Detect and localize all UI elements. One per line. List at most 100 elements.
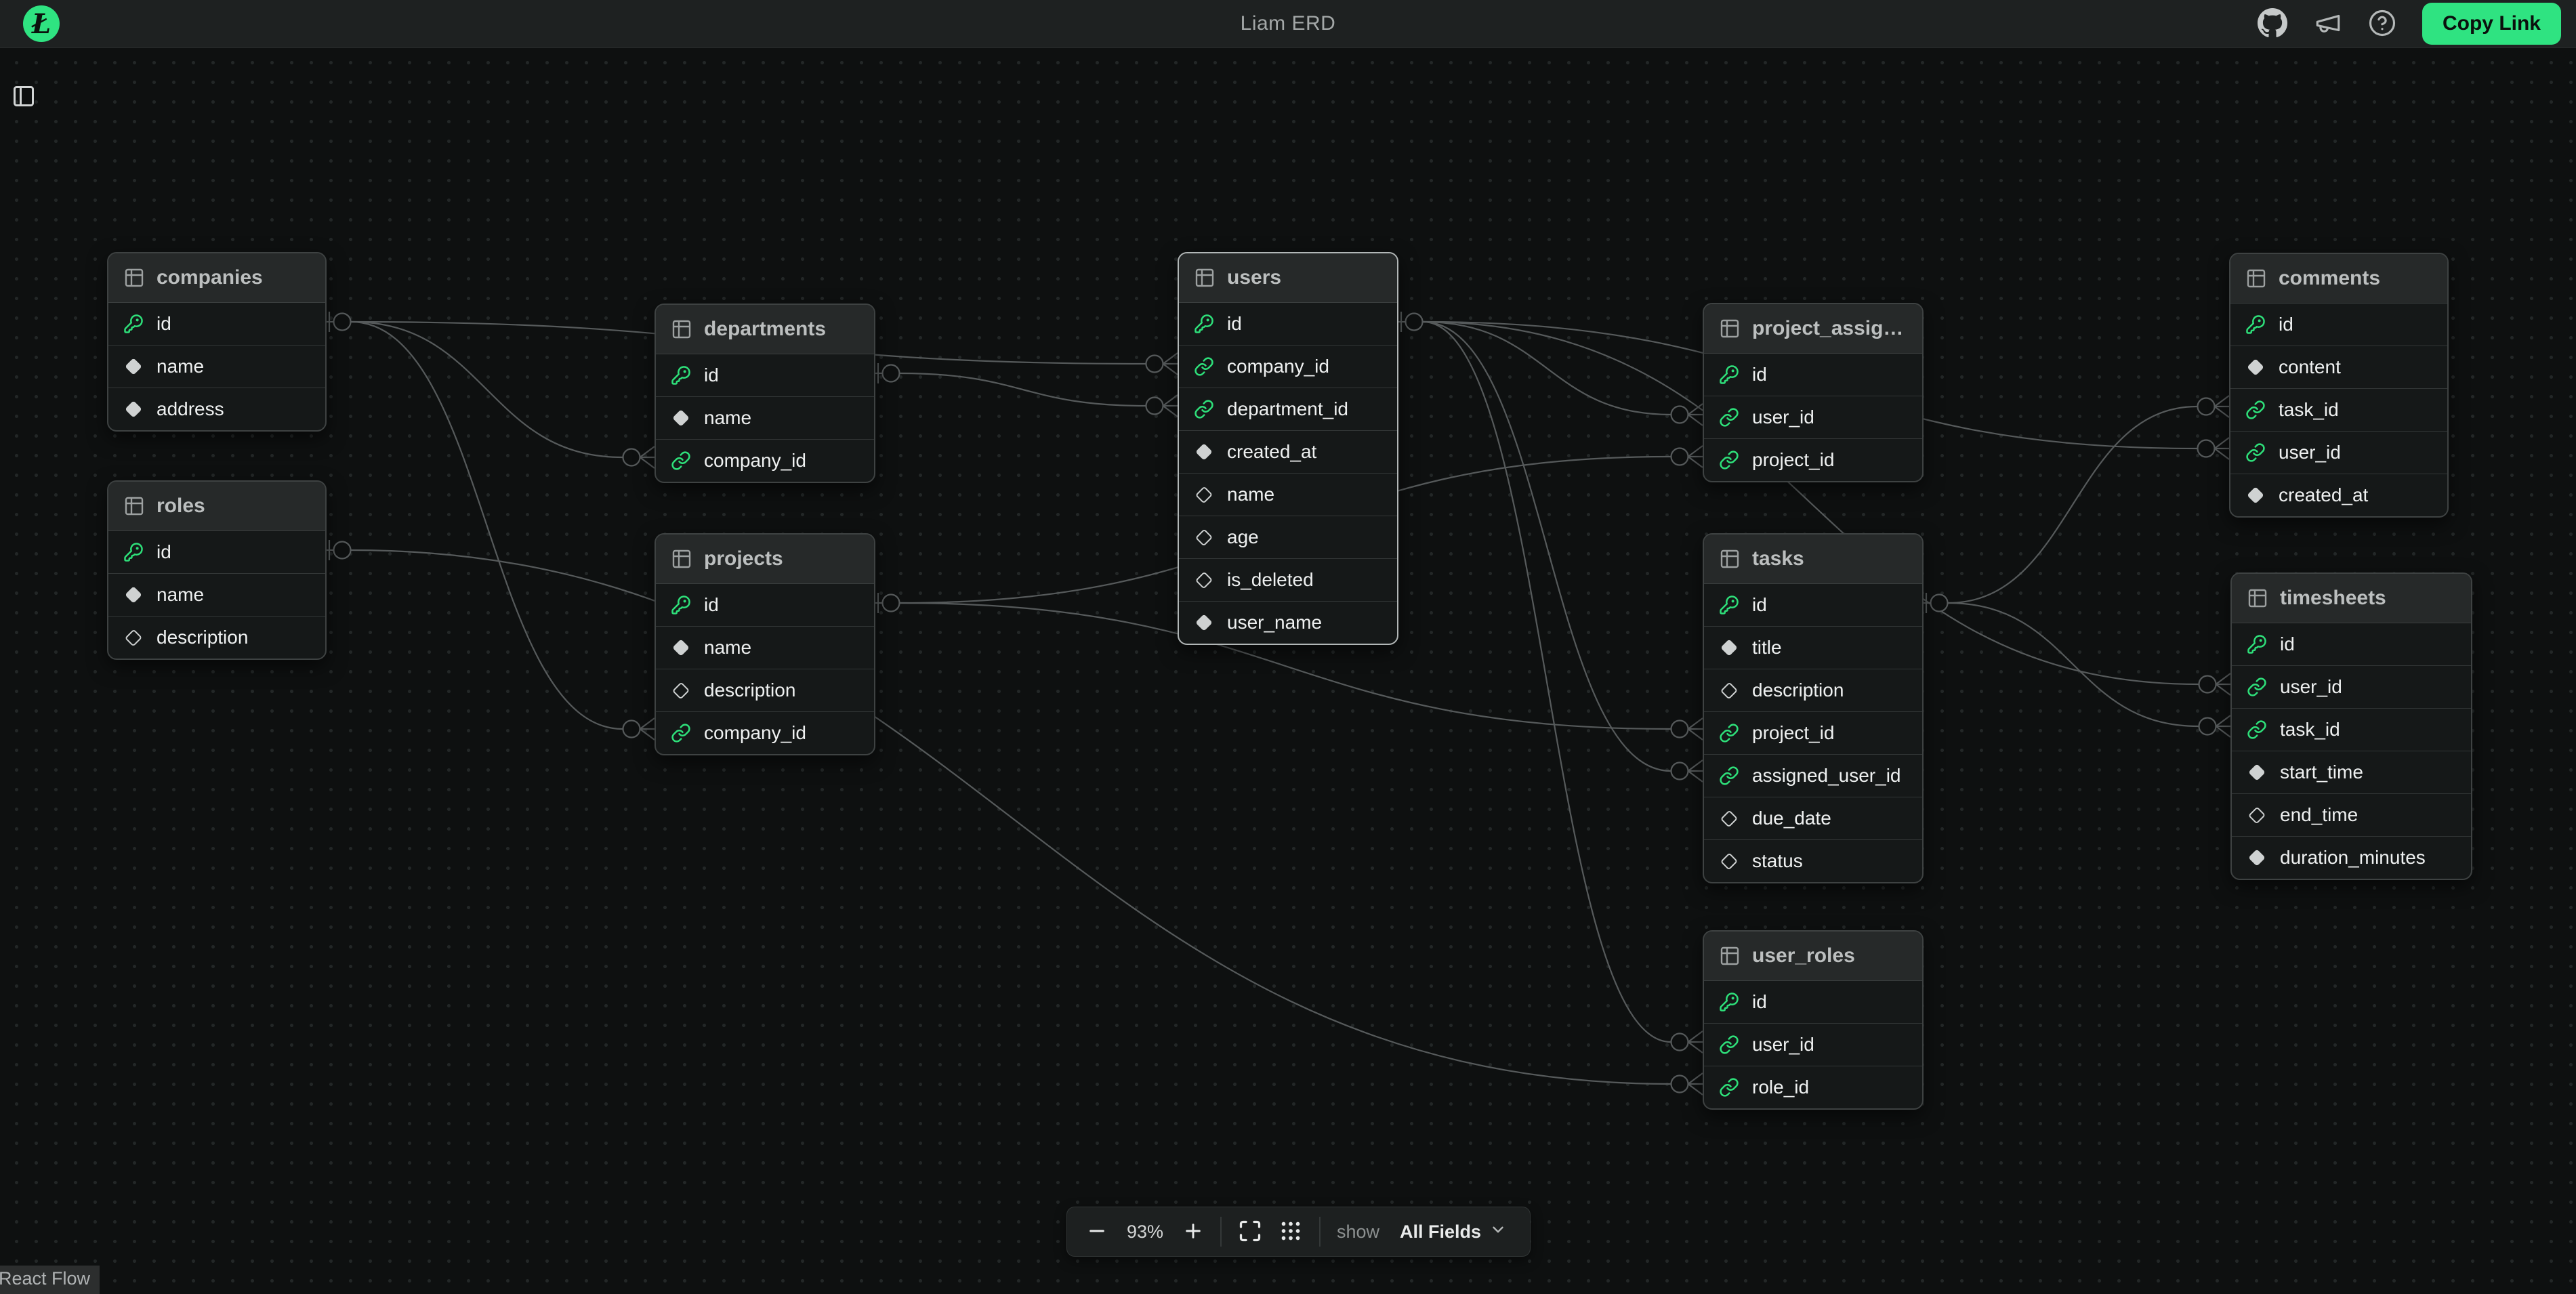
table-timesheets[interactable]: timesheetsiduser_idtask_idstart_timeend_… — [2230, 572, 2472, 880]
react-flow-attribution[interactable]: React Flow — [0, 1266, 100, 1294]
edge-companies.id-to-projects.company_id — [351, 322, 623, 729]
column-row-departments-id[interactable]: id — [656, 354, 874, 396]
foreign-key-link-icon — [1719, 1035, 1739, 1055]
fields-filter-dropdown[interactable]: All Fields — [1396, 1220, 1511, 1244]
table-users[interactable]: usersidcompany_iddepartment_idcreated_at… — [1178, 252, 1398, 645]
table-title: projects — [704, 547, 783, 570]
tidy-up-icon — [1279, 1219, 1303, 1245]
table-departments[interactable]: departmentsidnamecompany_id — [655, 304, 875, 483]
github-button[interactable] — [2257, 7, 2288, 41]
show-label: show — [1337, 1222, 1379, 1243]
column-row-departments-name[interactable]: name — [656, 396, 874, 439]
column-name: id — [1227, 313, 1242, 335]
column-row-timesheets-task_id[interactable]: task_id — [2232, 708, 2471, 751]
app-header: Ł Liam ERD Copy Link — [0, 0, 2576, 48]
column-row-user_roles-role_id[interactable]: role_id — [1704, 1066, 1922, 1108]
column-row-roles-name[interactable]: name — [108, 573, 325, 616]
table-title: project_assignme... — [1752, 317, 1907, 340]
cardinality-marker-many — [1671, 718, 1703, 740]
column-row-timesheets-user_id[interactable]: user_id — [2232, 665, 2471, 708]
table-companies[interactable]: companiesidnameaddress — [107, 252, 327, 432]
column-row-timesheets-id[interactable]: id — [2232, 623, 2471, 665]
zoom-out-button[interactable] — [1086, 1220, 1108, 1244]
column-row-user_roles-id[interactable]: id — [1704, 981, 1922, 1023]
cardinality-marker-many — [2198, 396, 2230, 417]
liam-logo[interactable]: Ł — [23, 5, 60, 42]
copy-link-button[interactable]: Copy Link — [2422, 3, 2561, 45]
column-row-comments-created_at[interactable]: created_at — [2230, 474, 2447, 516]
column-row-companies-address[interactable]: address — [108, 388, 325, 430]
column-row-roles-id[interactable]: id — [108, 531, 325, 573]
foreign-key-link-icon — [671, 451, 691, 471]
column-row-project_assignments-project_id[interactable]: project_id — [1704, 438, 1922, 481]
column-row-users-id[interactable]: id — [1179, 303, 1397, 345]
column-row-tasks-status[interactable]: status — [1704, 839, 1922, 882]
table-user_roles[interactable]: user_rolesiduser_idrole_id — [1703, 930, 1924, 1110]
table-roles[interactable]: rolesidnamedescription — [107, 480, 327, 660]
table-header-comments: comments — [2230, 254, 2447, 304]
column-row-timesheets-start_time[interactable]: start_time — [2232, 751, 2471, 793]
zoom-toolbar: 93% show All Fields — [1066, 1207, 1531, 1257]
column-row-project_assignments-id[interactable]: id — [1704, 354, 1922, 396]
announcements-button[interactable] — [2314, 9, 2342, 39]
column-row-tasks-description[interactable]: description — [1704, 669, 1922, 711]
column-name: project_id — [1752, 722, 1834, 744]
column-row-companies-name[interactable]: name — [108, 345, 325, 388]
table-comments[interactable]: comments idcontenttask_iduser_idcreated_a… — [2229, 253, 2449, 518]
table-projects[interactable]: projects idnamedescriptioncompany_id — [655, 533, 875, 755]
column-row-tasks-title[interactable]: title — [1704, 626, 1922, 669]
zoom-in-icon — [1182, 1220, 1204, 1244]
cardinality-marker-many — [2199, 715, 2231, 737]
column-row-tasks-assigned_user_id[interactable]: assigned_user_id — [1704, 754, 1922, 797]
column-row-comments-content[interactable]: content — [2230, 346, 2447, 388]
zoom-in-button[interactable] — [1182, 1220, 1204, 1244]
cardinality-marker-many — [1671, 760, 1703, 782]
column-name: is_deleted — [1227, 569, 1314, 591]
column-row-projects-company_id[interactable]: company_id — [656, 711, 874, 754]
table-icon — [2245, 268, 2267, 289]
column-row-roles-description[interactable]: description — [108, 616, 325, 659]
table-project_assignments[interactable]: project_assignme...iduser_idproject_id — [1703, 303, 1924, 482]
not-null-diamond-icon — [2245, 489, 2266, 501]
column-row-tasks-due_date[interactable]: due_date — [1704, 797, 1922, 839]
fit-view-button[interactable] — [1238, 1219, 1262, 1245]
table-tasks[interactable]: tasksidtitledescriptionproject_idassigne… — [1703, 533, 1924, 883]
table-title: comments — [2279, 267, 2380, 290]
primary-key-icon — [123, 314, 144, 334]
edge-tasks.id-to-timesheets.task_id — [1948, 603, 2199, 726]
tidy-up-button[interactable] — [1279, 1219, 1303, 1245]
column-row-users-age[interactable]: age — [1179, 516, 1397, 558]
column-row-users-created_at[interactable]: created_at — [1179, 430, 1397, 473]
column-row-departments-company_id[interactable]: company_id — [656, 439, 874, 482]
help-button[interactable] — [2368, 9, 2396, 39]
column-row-users-company_id[interactable]: company_id — [1179, 345, 1397, 388]
column-name: task_id — [2280, 719, 2340, 740]
column-row-users-user_name[interactable]: user_name — [1179, 601, 1397, 644]
column-row-projects-description[interactable]: description — [656, 669, 874, 711]
column-row-project_assignments-user_id[interactable]: user_id — [1704, 396, 1922, 438]
column-name: description — [157, 627, 248, 648]
column-row-timesheets-end_time[interactable]: end_time — [2232, 793, 2471, 836]
column-row-projects-id[interactable]: id — [656, 584, 874, 626]
column-row-comments-task_id[interactable]: task_id — [2230, 388, 2447, 431]
column-name: id — [157, 541, 171, 563]
primary-key-icon — [1719, 595, 1739, 615]
column-row-projects-name[interactable]: name — [656, 626, 874, 669]
column-row-comments-user_id[interactable]: user_id — [2230, 431, 2447, 474]
table-header-user_roles: user_roles — [1704, 932, 1922, 981]
column-row-tasks-project_id[interactable]: project_id — [1704, 711, 1922, 754]
not-null-diamond-icon — [2247, 766, 2267, 778]
column-row-comments-id[interactable]: id — [2230, 304, 2447, 346]
primary-key-icon — [1194, 314, 1214, 334]
cardinality-marker-many — [1671, 1031, 1703, 1053]
cardinality-marker-one — [873, 593, 900, 613]
table-icon — [123, 267, 145, 289]
column-row-users-department_id[interactable]: department_id — [1179, 388, 1397, 430]
column-row-timesheets-duration_minutes[interactable]: duration_minutes — [2232, 836, 2471, 879]
column-row-users-is_deleted[interactable]: is_deleted — [1179, 558, 1397, 601]
column-row-user_roles-user_id[interactable]: user_id — [1704, 1023, 1922, 1066]
column-row-companies-id[interactable]: id — [108, 303, 325, 345]
column-row-users-name[interactable]: name — [1179, 473, 1397, 516]
column-row-tasks-id[interactable]: id — [1704, 584, 1922, 626]
sidebar-toggle-button[interactable] — [11, 84, 37, 110]
